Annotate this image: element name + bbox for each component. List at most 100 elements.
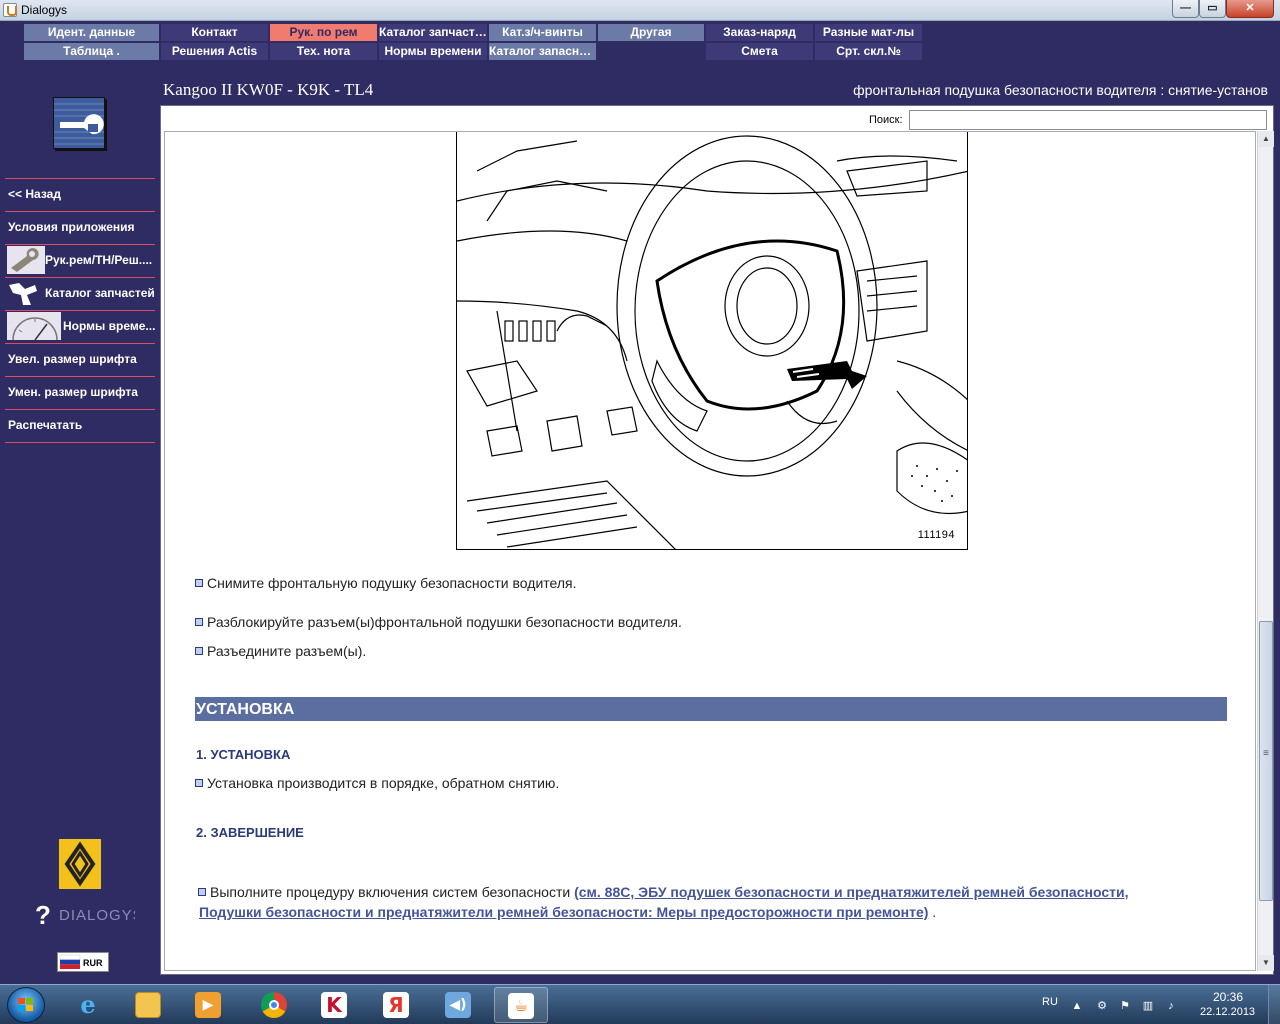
parts-catalog-icon bbox=[7, 279, 43, 307]
scroll-thumb[interactable] bbox=[1259, 621, 1273, 901]
safety-procedure-link[interactable]: (см. 88С, ЭБУ подушек безопасности и пре… bbox=[574, 884, 1128, 900]
currency-flag[interactable]: RUR bbox=[57, 952, 109, 972]
completion-step-1: Выполните процедуру включения систем без… bbox=[198, 884, 1128, 900]
document-view[interactable]: 111194 Снимите фронтальную подушку безоп… bbox=[164, 131, 1256, 971]
windows-logo-icon bbox=[18, 998, 34, 1012]
search-label: Поиск: bbox=[869, 114, 903, 126]
sidebar-item-print[interactable]: Распечатать bbox=[5, 409, 155, 441]
explorer-icon bbox=[135, 992, 161, 1018]
language-indicator[interactable]: RU bbox=[1042, 996, 1058, 1008]
sidebar: << Назад Условия приложения Рук.рем/ТН/Р… bbox=[0, 78, 160, 978]
dialogys-text: DIALOGYS bbox=[59, 907, 135, 924]
start-button[interactable] bbox=[7, 987, 45, 1023]
taskbar-yandex[interactable]: Я bbox=[370, 987, 424, 1023]
content-frame: Поиск: 111194 Снимите фронтальную подушк… bbox=[160, 105, 1274, 975]
network-icon[interactable]: ▥ bbox=[1141, 999, 1155, 1013]
top-navigation: Идент. данные Контакт Рук. по рем Катало… bbox=[0, 21, 1280, 78]
removal-step-1: Снимите фронтальную подушку безопасности… bbox=[195, 575, 576, 591]
sidebar-item-labour-times[interactable]: Нормы време... bbox=[5, 310, 155, 342]
nav-tech-note[interactable]: Тех. нота bbox=[270, 43, 377, 60]
clock-time[interactable]: 20:36 bbox=[1213, 990, 1243, 1004]
operation-title: фронтальная подушка безопасности водител… bbox=[853, 82, 1268, 98]
kaspersky-icon: K bbox=[321, 992, 347, 1018]
show-desktop-button[interactable] bbox=[1268, 985, 1280, 1024]
taskbar-kaspersky[interactable]: K bbox=[308, 987, 362, 1023]
nav-stock-number[interactable]: Срт. скл.№ bbox=[815, 43, 922, 60]
figure-number: 111194 bbox=[917, 529, 955, 541]
clock-date[interactable]: 22.12.2013 bbox=[1200, 1006, 1255, 1018]
install-section-banner: УСТАНОВКА bbox=[195, 697, 1227, 721]
dialogys-logo: ? DIALOGYS bbox=[35, 900, 143, 930]
bullet-icon bbox=[198, 888, 206, 896]
minimize-button[interactable]: — bbox=[1172, 0, 1199, 18]
bullet-icon bbox=[195, 647, 203, 655]
currency-label: RUR bbox=[83, 958, 103, 968]
nav-other[interactable]: Другая bbox=[598, 24, 704, 41]
action-center-icon[interactable]: ⚑ bbox=[1118, 999, 1132, 1013]
volume-icon[interactable]: ♪ bbox=[1164, 999, 1178, 1013]
sidebar-item-label: Рук.рем/ТН/Реш.... bbox=[45, 253, 153, 267]
nav-ident-data[interactable]: Идент. данные bbox=[24, 24, 159, 41]
title-bar: Dialogys — ▭ ✕ bbox=[0, 0, 1280, 21]
taskbar-media-player[interactable]: ▶ bbox=[182, 987, 236, 1023]
java-app-icon bbox=[3, 3, 17, 17]
svg-text:?: ? bbox=[35, 900, 51, 928]
nav-labour-times[interactable]: Нормы времени bbox=[379, 43, 487, 60]
renault-logo-icon bbox=[59, 839, 101, 889]
java-icon: ☕ bbox=[508, 993, 534, 1019]
taskbar-audio[interactable]: ◀) bbox=[432, 987, 486, 1023]
bullet-icon bbox=[195, 579, 203, 587]
internet-explorer-icon: e bbox=[80, 990, 96, 1019]
nav-repair-manual[interactable]: Рук. по рем bbox=[270, 24, 377, 41]
yandex-icon: Я bbox=[383, 992, 409, 1018]
install-step-1: Установка производится в порядке, обратн… bbox=[195, 775, 559, 791]
vehicle-title: Kangoo II KW0F - K9K - TL4 bbox=[163, 80, 374, 99]
close-button[interactable]: ✕ bbox=[1226, 0, 1274, 18]
safety-precautions-link[interactable]: Подушки безопасности и преднатяжители ре… bbox=[199, 904, 928, 920]
sidebar-item-repair-manual[interactable]: Рук.рем/ТН/Реш.... bbox=[5, 244, 155, 276]
sidebar-separator bbox=[5, 442, 155, 443]
install-subheading: 1. УСТАНОВКА bbox=[196, 747, 291, 762]
taskbar-ie[interactable]: e bbox=[62, 987, 116, 1023]
media-player-icon: ▶ bbox=[195, 992, 221, 1018]
sidebar-item-increase-font[interactable]: Увел. размер шрифта bbox=[5, 343, 155, 375]
removal-step-2: Разблокируйте разъем(ы)фронтальной подуш… bbox=[195, 614, 682, 630]
bullet-icon bbox=[195, 618, 203, 626]
sidebar-item-label: Каталог запчастей bbox=[45, 286, 155, 300]
taskbar-java[interactable]: ☕ bbox=[494, 987, 548, 1023]
taskbar-explorer[interactable] bbox=[122, 987, 176, 1023]
bullet-icon bbox=[195, 779, 203, 787]
removal-step-3: Разъедините разъем(ы). bbox=[195, 643, 366, 659]
tray-expand-icon[interactable]: ▲ bbox=[1070, 999, 1084, 1013]
scroll-down-arrow[interactable]: ▼ bbox=[1258, 955, 1274, 971]
chrome-icon bbox=[261, 992, 287, 1018]
search-input[interactable] bbox=[909, 110, 1267, 130]
nav-actis-solutions[interactable]: Решения Actis bbox=[161, 43, 268, 60]
nav-estimate[interactable]: Смета bbox=[706, 43, 813, 60]
speaker-app-icon: ◀) bbox=[445, 992, 471, 1018]
completion-step-1-cont: Подушки безопасности и преднатяжители ре… bbox=[199, 904, 937, 920]
sidebar-item-conditions[interactable]: Условия приложения bbox=[5, 211, 155, 243]
sidebar-item-label: Нормы време... bbox=[63, 319, 155, 333]
sidebar-item-parts-catalog[interactable]: Каталог запчастей bbox=[5, 277, 155, 309]
sidebar-item-decrease-font[interactable]: Умен. размер шрифта bbox=[5, 376, 155, 408]
nav-spare-catalog[interactable]: Каталог запасны... bbox=[489, 43, 596, 60]
wrench-icon bbox=[53, 97, 105, 149]
steering-wheel-figure: 111194 bbox=[456, 132, 968, 550]
nav-table[interactable]: Таблица . bbox=[24, 43, 159, 60]
steam-icon[interactable]: ⚙ bbox=[1095, 999, 1109, 1013]
nav-misc-materials[interactable]: Разные мат-лы bbox=[815, 24, 922, 41]
nav-contact[interactable]: Контакт bbox=[161, 24, 268, 41]
sidebar-item-back[interactable]: << Назад bbox=[5, 178, 155, 210]
window-title: Dialogys bbox=[21, 3, 68, 17]
taskbar-chrome[interactable] bbox=[248, 987, 302, 1023]
scroll-up-arrow[interactable]: ▲ bbox=[1258, 131, 1274, 147]
nav-parts-screws[interactable]: Кат.з/ч-винты bbox=[489, 24, 596, 41]
wrench-thumb-icon bbox=[7, 246, 45, 274]
vertical-scrollbar[interactable]: ▲ ▼ bbox=[1257, 131, 1274, 971]
completion-subheading: 2. ЗАВЕРШЕНИЕ bbox=[196, 825, 304, 840]
nav-work-order[interactable]: Заказ-наряд bbox=[706, 24, 813, 41]
nav-parts-catalog[interactable]: Каталог запчастей bbox=[379, 24, 487, 41]
time-gauge-icon bbox=[7, 312, 61, 340]
maximize-button[interactable]: ▭ bbox=[1199, 0, 1226, 18]
